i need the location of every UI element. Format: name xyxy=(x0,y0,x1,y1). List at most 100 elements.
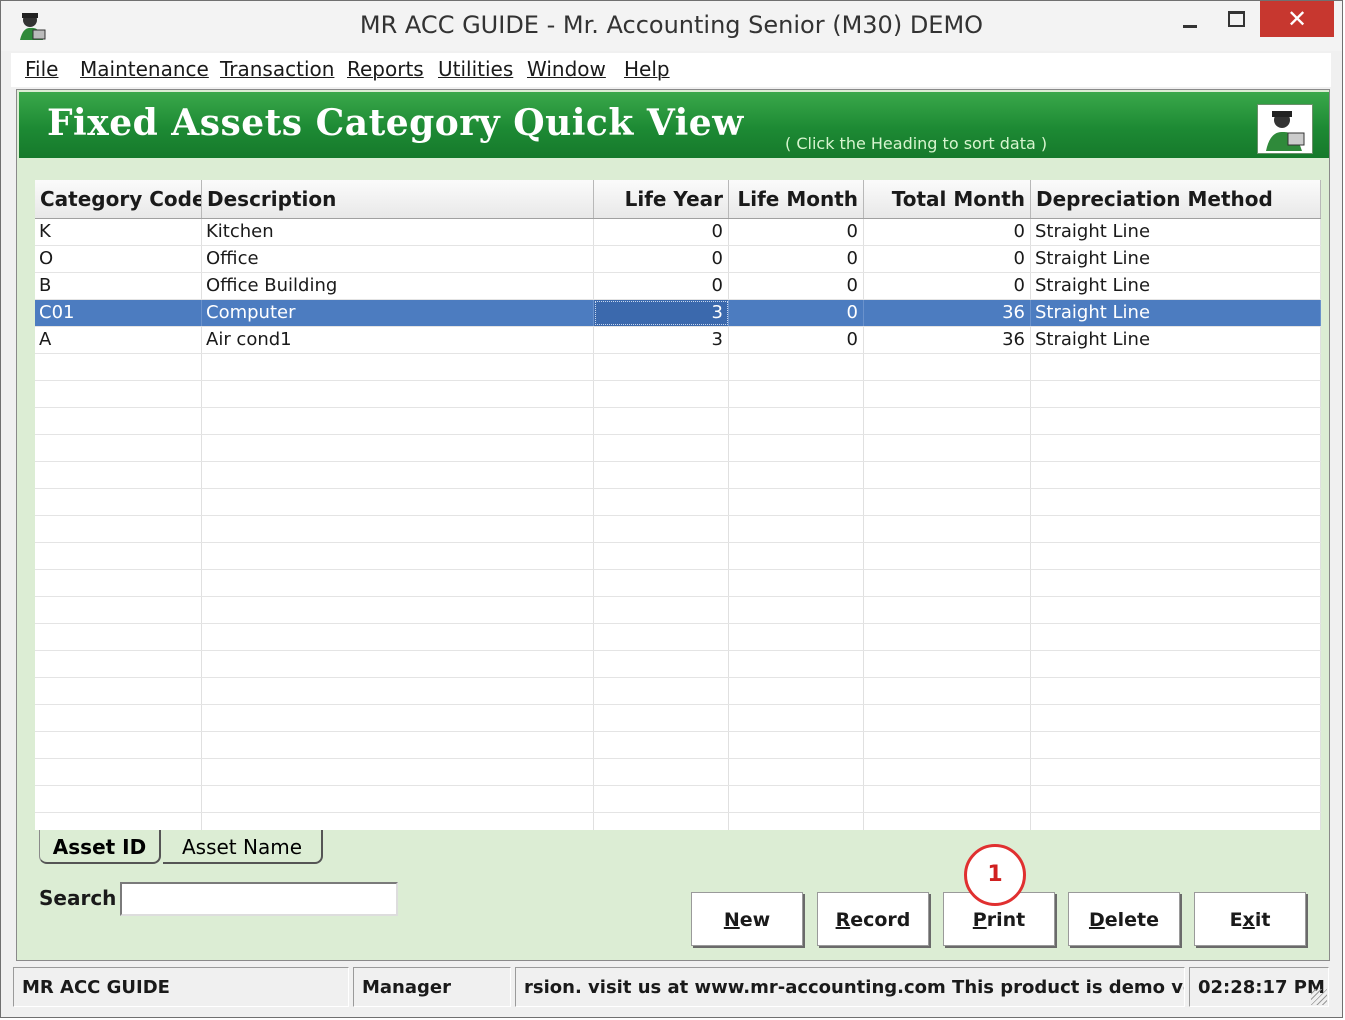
cell-category-code xyxy=(35,786,202,812)
column-header-total-month[interactable]: Total Month xyxy=(864,180,1031,218)
cell-total-month: 0 xyxy=(864,273,1031,299)
title-bar: MR ACC GUIDE - Mr. Accounting Senior (M3… xyxy=(1,1,1342,51)
cell-category-code: O xyxy=(35,246,202,272)
delete-button[interactable]: Delete xyxy=(1068,892,1180,946)
form-banner: Fixed Assets Category Quick View ( Click… xyxy=(19,92,1329,158)
cell-life-month xyxy=(729,543,864,569)
cell-life-year xyxy=(594,759,729,785)
table-row[interactable]: O Office 0 0 0 Straight Line xyxy=(35,246,1321,273)
cell-description xyxy=(202,354,594,380)
cell-depreciation-method xyxy=(1031,597,1321,623)
cell-total-month xyxy=(864,381,1031,407)
cell-category-code xyxy=(35,381,202,407)
cell-life-year xyxy=(594,705,729,731)
cell-life-year xyxy=(594,678,729,704)
cell-total-month xyxy=(864,543,1031,569)
cell-category-code xyxy=(35,597,202,623)
cell-life-month xyxy=(729,516,864,542)
cell-description xyxy=(202,705,594,731)
cell-depreciation-method xyxy=(1031,435,1321,461)
cell-life-year xyxy=(594,651,729,677)
menu-transaction[interactable]: Transaction xyxy=(220,57,334,81)
cell-life-month: 0 xyxy=(729,327,864,353)
column-header-life-year[interactable]: Life Year xyxy=(594,180,729,218)
cell-total-month xyxy=(864,435,1031,461)
exit-button-label: it xyxy=(1254,909,1271,931)
cell-category-code xyxy=(35,489,202,515)
cell-total-month xyxy=(864,354,1031,380)
menu-file[interactable]: File xyxy=(25,57,58,81)
quick-view-form: Fixed Assets Category Quick View ( Click… xyxy=(16,89,1330,961)
close-button[interactable]: ✕ xyxy=(1260,1,1334,37)
cell-category-code xyxy=(35,516,202,542)
cell-total-month: 36 xyxy=(864,327,1031,353)
empty-table-row xyxy=(35,732,1321,759)
new-button-mnemonic: N xyxy=(723,909,740,931)
minimize-button[interactable] xyxy=(1163,1,1213,37)
cell-life-year: 3 xyxy=(594,327,729,353)
delete-button-label: elete xyxy=(1104,909,1160,931)
cell-life-year xyxy=(594,516,729,542)
cell-life-month xyxy=(729,786,864,812)
cell-total-month xyxy=(864,624,1031,650)
empty-table-row xyxy=(35,570,1321,597)
cell-depreciation-method xyxy=(1031,651,1321,677)
maximize-button[interactable] xyxy=(1213,1,1259,37)
cell-depreciation-method xyxy=(1031,624,1321,650)
empty-table-row xyxy=(35,651,1321,678)
column-header-category-code[interactable]: Category Code xyxy=(35,180,202,218)
print-button-label: rint xyxy=(986,909,1026,931)
cell-depreciation-method xyxy=(1031,813,1321,830)
cell-category-code xyxy=(35,408,202,434)
menu-utilities[interactable]: Utilities xyxy=(438,57,513,81)
table-row[interactable]: A Air cond1 3 0 36 Straight Line xyxy=(35,327,1321,354)
cell-depreciation-method xyxy=(1031,543,1321,569)
search-input[interactable] xyxy=(120,882,398,916)
cell-life-month xyxy=(729,489,864,515)
column-header-depreciation-method[interactable]: Depreciation Method xyxy=(1031,180,1321,218)
cell-life-year xyxy=(594,435,729,461)
tab-asset-name[interactable]: Asset Name xyxy=(163,830,323,864)
column-header-description[interactable]: Description xyxy=(202,180,594,218)
table-row[interactable]: K Kitchen 0 0 0 Straight Line xyxy=(35,219,1321,246)
cell-life-month xyxy=(729,462,864,488)
menu-reports[interactable]: Reports xyxy=(347,57,424,81)
form-title: Fixed Assets Category Quick View xyxy=(47,102,744,144)
table-row[interactable]: B Office Building 0 0 0 Straight Line xyxy=(35,273,1321,300)
new-button-label: ew xyxy=(739,909,771,931)
cell-category-code xyxy=(35,462,202,488)
empty-table-row xyxy=(35,462,1321,489)
status-clock: 02:28:17 PM xyxy=(1189,967,1329,1007)
menu-maintenance[interactable]: Maintenance xyxy=(80,57,209,81)
tab-asset-id[interactable]: Asset ID xyxy=(39,830,161,864)
cell-category-code: A xyxy=(35,327,202,353)
exit-button-prefix: E xyxy=(1229,909,1243,931)
new-button[interactable]: New xyxy=(691,892,803,946)
cell-total-month xyxy=(864,597,1031,623)
cell-depreciation-method xyxy=(1031,678,1321,704)
empty-table-row xyxy=(35,516,1321,543)
cell-total-month xyxy=(864,570,1031,596)
empty-table-row xyxy=(35,381,1321,408)
empty-table-row xyxy=(35,354,1321,381)
empty-table-row xyxy=(35,408,1321,435)
cell-total-month xyxy=(864,651,1031,677)
cell-total-month xyxy=(864,516,1031,542)
cell-life-year: 0 xyxy=(594,219,729,245)
menu-window[interactable]: Window xyxy=(527,57,606,81)
column-header-life-month[interactable]: Life Month xyxy=(729,180,864,218)
cell-description: Office Building xyxy=(202,273,594,299)
print-button-mnemonic: P xyxy=(972,909,987,931)
cell-category-code xyxy=(35,624,202,650)
menu-help[interactable]: Help xyxy=(624,57,670,81)
cell-depreciation-method xyxy=(1031,759,1321,785)
record-button[interactable]: Record xyxy=(817,892,929,946)
cell-description: Computer xyxy=(202,300,594,326)
resize-grip-icon[interactable] xyxy=(1311,989,1327,1005)
table-row[interactable]: C01 Computer 3 0 36 Straight Line xyxy=(35,300,1321,327)
cell-total-month xyxy=(864,678,1031,704)
cell-description xyxy=(202,678,594,704)
cell-life-month xyxy=(729,759,864,785)
category-grid[interactable]: Category Code Description Life Year Life… xyxy=(35,180,1321,830)
exit-button[interactable]: Exit xyxy=(1194,892,1306,946)
